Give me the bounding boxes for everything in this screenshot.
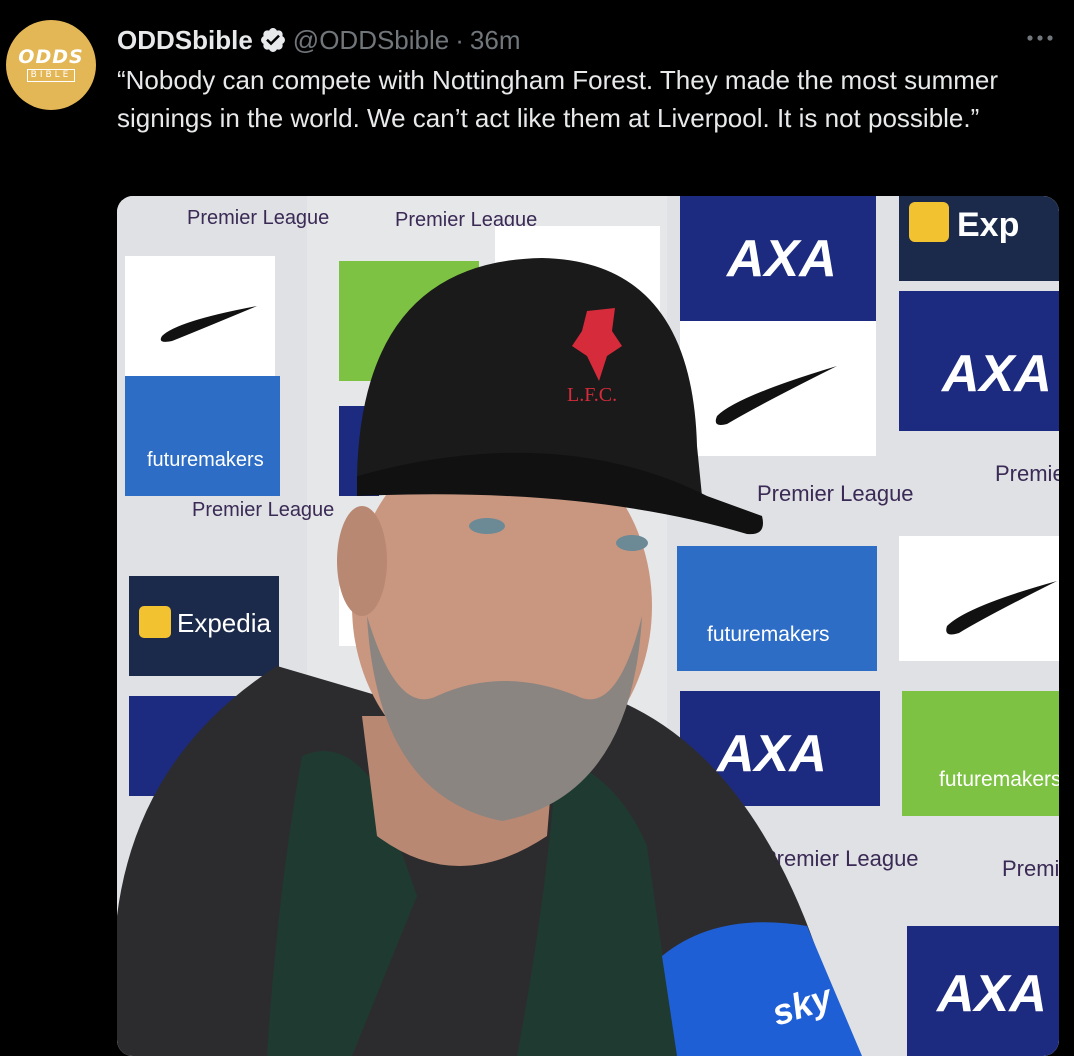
svg-text:Exp: Exp — [957, 206, 1019, 244]
premier-league-logo-2: Premier League — [192, 499, 334, 521]
tweet-header: ODDSbible @ODDSbible · 36m — [117, 24, 521, 56]
expedia-logo: Expedia — [177, 608, 271, 638]
author-name[interactable]: ODDSbible — [117, 25, 253, 56]
premier-league-logo-7: Premier League — [1002, 856, 1059, 881]
more-dots-icon[interactable] — [1024, 26, 1056, 50]
avatar-logo-top: ODDS — [18, 46, 84, 68]
tweet-media-photo[interactable]: Premier League futuremakers Premier Leag… — [117, 196, 1059, 1056]
futuremakers-logo-2: futuremakers — [707, 623, 830, 646]
axa-logo-2: AXA — [715, 725, 827, 783]
axa-logo-4: AXA — [935, 965, 1047, 1023]
premier-league-logo-4: Premier League — [757, 481, 914, 506]
axa-logo-3: AXA — [940, 345, 1052, 403]
axa-logo-1: AXA — [725, 230, 837, 288]
separator-dot: · — [455, 24, 464, 55]
timestamp[interactable]: 36m — [470, 25, 521, 56]
author-handle[interactable]: @ODDSbible — [293, 25, 449, 56]
avatar[interactable]: ODDS BIBLE — [6, 20, 96, 110]
premier-league-logo-6: Premier League — [995, 461, 1059, 486]
premier-league-logo-5: Premier League — [762, 846, 919, 871]
verified-badge-icon — [259, 26, 287, 54]
futuremakers-logo-1: futuremakers — [147, 449, 264, 471]
futuremakers-logo-3: futuremakers — [939, 768, 1059, 791]
premier-league-logo-1: Premier League — [187, 207, 329, 229]
board-right-column: Exp AXA Premier League futuremakers Prem… — [899, 196, 1059, 1056]
cap-badge-text: L.F.C. — [567, 384, 617, 406]
tweet-text: “Nobody can compete with Nottingham Fore… — [117, 65, 999, 133]
avatar-logo-bottom: BIBLE — [26, 69, 76, 82]
